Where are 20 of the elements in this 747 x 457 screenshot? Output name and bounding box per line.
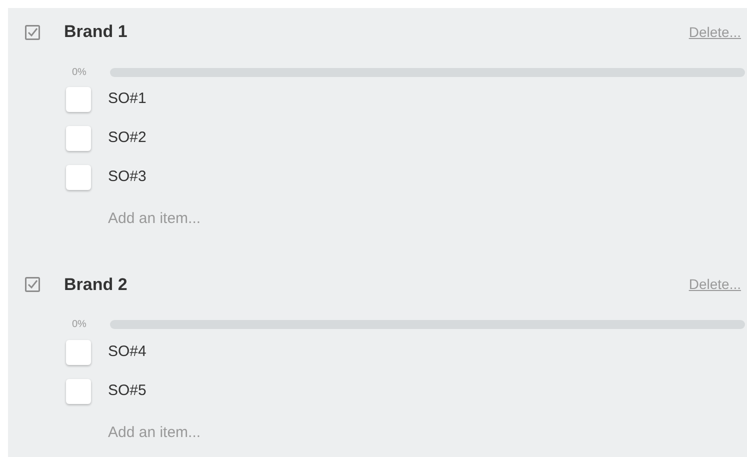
add-item-link[interactable]: Add an item... <box>108 208 201 230</box>
checkbox[interactable] <box>66 165 91 190</box>
checklist-title: Brand 2 <box>64 274 128 296</box>
add-item-link[interactable]: Add an item... <box>108 422 201 444</box>
checklist-item-label: SO#2 <box>108 128 146 148</box>
checklist-title: Brand 1 <box>64 21 128 44</box>
checkbox[interactable] <box>66 126 91 151</box>
checklist-icon <box>25 24 40 40</box>
checkbox[interactable] <box>66 378 91 404</box>
delete-link[interactable]: Delete... <box>688 22 741 42</box>
checkbox[interactable] <box>66 87 91 112</box>
progress-percentage: 0% <box>72 66 88 80</box>
checklist-item-label: SO#3 <box>108 167 146 188</box>
checklist-item-label: SO#5 <box>108 380 146 401</box>
delete-link[interactable]: Delete... <box>688 274 741 295</box>
checklist-item-label: SO#4 <box>108 342 146 362</box>
progress-percentage: 0% <box>72 318 88 332</box>
checklist-item-label: SO#1 <box>108 89 146 110</box>
checklist-icon <box>25 277 40 292</box>
checkbox[interactable] <box>66 340 91 364</box>
